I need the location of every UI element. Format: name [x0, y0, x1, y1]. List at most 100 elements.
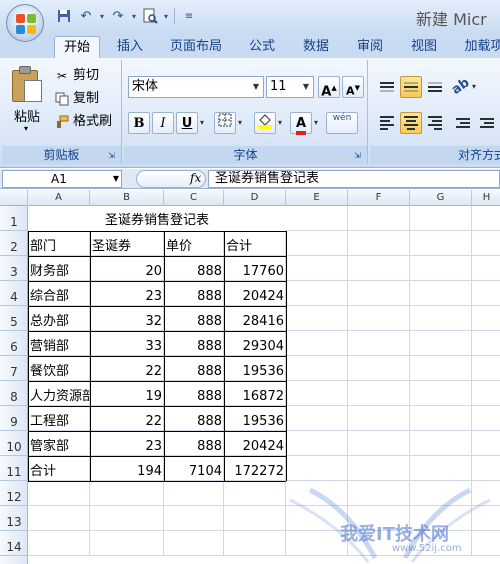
grid-cell[interactable] [286, 356, 348, 381]
italic-button[interactable]: I [152, 112, 174, 134]
column-header-f[interactable]: F [348, 190, 410, 206]
grid-cell[interactable] [348, 231, 410, 256]
data-cell[interactable]: 33 [90, 331, 164, 356]
column-header-g[interactable]: G [410, 190, 472, 206]
table-title-cell[interactable]: 圣诞券销售登记表 [28, 206, 286, 231]
borders-button[interactable] [214, 112, 236, 134]
row-header-2[interactable]: 2 [0, 231, 28, 256]
chevron-down-icon[interactable]: ▼ [249, 77, 263, 97]
font-color-dropdown-icon[interactable]: ▾ [314, 118, 318, 127]
save-icon[interactable] [54, 6, 74, 26]
row-header-3[interactable]: 3 [0, 256, 28, 281]
format-painter-button[interactable]: 格式刷 [54, 112, 112, 132]
tab-insert[interactable]: 插入 [110, 36, 150, 58]
data-cell[interactable]: 23 [90, 431, 164, 456]
grid-cell[interactable] [410, 356, 472, 381]
underline-dropdown-icon[interactable]: ▾ [200, 118, 204, 127]
data-cell[interactable]: 888 [164, 331, 224, 356]
data-cell[interactable]: 29304 [224, 331, 286, 356]
grid-cell[interactable] [410, 331, 472, 356]
paste-dropdown-icon[interactable]: ▾ [24, 124, 28, 133]
data-cell[interactable]: 888 [164, 406, 224, 431]
paste-button[interactable]: 粘贴 [14, 106, 40, 125]
insert-function-icon[interactable]: fx [190, 171, 201, 185]
grid-cell[interactable] [348, 281, 410, 306]
preview-dropdown-icon[interactable]: ▾ [162, 6, 170, 26]
data-cell[interactable]: 总办部 [28, 306, 90, 331]
grid-cell[interactable] [348, 206, 410, 231]
grid-cell[interactable] [90, 531, 164, 556]
tab-page-layout[interactable]: 页面布局 [164, 36, 228, 58]
row-header-1[interactable]: 1 [0, 206, 28, 231]
font-color-button[interactable]: A [290, 112, 312, 135]
tab-data[interactable]: 数据 [296, 36, 336, 58]
tab-home[interactable]: 开始 [54, 36, 100, 58]
borders-dropdown-icon[interactable]: ▾ [238, 118, 242, 127]
grid-cell[interactable] [90, 506, 164, 531]
grid-cell[interactable] [472, 356, 500, 381]
column-header-h[interactable]: H [472, 190, 500, 206]
font-launcher-icon[interactable]: ⇲ [354, 151, 364, 161]
row-header-7[interactable]: 7 [0, 356, 28, 381]
grid-cell[interactable] [348, 381, 410, 406]
grid-cell[interactable] [472, 206, 500, 231]
grid-cell[interactable] [286, 206, 348, 231]
print-preview-icon[interactable] [140, 6, 160, 26]
grid-cell[interactable] [90, 481, 164, 506]
name-box[interactable]: A1 ▼ [2, 170, 122, 188]
grid-cell[interactable] [348, 331, 410, 356]
data-cell[interactable]: 16872 [224, 381, 286, 406]
row-header-9[interactable]: 9 [0, 406, 28, 431]
header-cell[interactable]: 部门 [28, 231, 90, 256]
undo-icon[interactable]: ↶ [76, 6, 96, 26]
tab-add-ins[interactable]: 加载项 [456, 36, 500, 58]
data-cell[interactable]: 23 [90, 281, 164, 306]
grid-cell[interactable] [286, 306, 348, 331]
data-cell[interactable]: 32 [90, 306, 164, 331]
grid-cell[interactable] [472, 281, 500, 306]
redo-icon[interactable]: ↷ [108, 6, 128, 26]
tab-formulas[interactable]: 公式 [242, 36, 282, 58]
grid-cell[interactable] [348, 306, 410, 331]
data-cell[interactable]: 17760 [224, 256, 286, 281]
column-header-a[interactable]: A [28, 190, 90, 206]
orientation-button[interactable]: ab [449, 75, 472, 98]
clipboard-launcher-icon[interactable]: ⇲ [108, 151, 118, 161]
grid-cell[interactable] [410, 231, 472, 256]
row-header-14[interactable]: 14 [0, 531, 28, 556]
shrink-font-button[interactable]: A▼ [342, 76, 364, 98]
grid-cell[interactable] [472, 381, 500, 406]
data-cell[interactable]: 20 [90, 256, 164, 281]
column-header-b[interactable]: B [90, 190, 164, 206]
column-header-d[interactable]: D [224, 190, 286, 206]
grid-cell[interactable] [472, 231, 500, 256]
data-cell[interactable]: 餐饮部 [28, 356, 90, 381]
total-cell[interactable]: 172272 [224, 456, 286, 481]
align-bottom-button[interactable] [424, 76, 446, 98]
grid-cell[interactable] [286, 406, 348, 431]
column-header-e[interactable]: E [286, 190, 348, 206]
grid-cell[interactable] [348, 431, 410, 456]
data-cell[interactable]: 20424 [224, 431, 286, 456]
font-name-combo[interactable]: 宋体 ▼ [128, 76, 264, 98]
grid-cell[interactable] [28, 506, 90, 531]
data-cell[interactable]: 28416 [224, 306, 286, 331]
grid-cell[interactable] [224, 506, 286, 531]
row-header-6[interactable]: 6 [0, 331, 28, 356]
align-right-button[interactable] [424, 112, 446, 134]
row-header-4[interactable]: 4 [0, 281, 28, 306]
data-cell[interactable]: 人力资源部 [28, 381, 90, 406]
data-cell[interactable]: 888 [164, 381, 224, 406]
grid-cell[interactable] [472, 331, 500, 356]
font-size-combo[interactable]: 11 ▼ [266, 76, 314, 98]
office-button[interactable] [6, 4, 44, 42]
data-cell[interactable]: 管家部 [28, 431, 90, 456]
data-cell[interactable]: 888 [164, 356, 224, 381]
cut-button[interactable]: ✂ 剪切 [54, 66, 99, 86]
align-left-button[interactable] [376, 112, 398, 134]
align-top-button[interactable] [376, 76, 398, 98]
phonetic-guide-button[interactable]: wén [326, 112, 358, 134]
data-cell[interactable]: 20424 [224, 281, 286, 306]
data-cell[interactable]: 营销部 [28, 331, 90, 356]
grid-cell[interactable] [472, 306, 500, 331]
